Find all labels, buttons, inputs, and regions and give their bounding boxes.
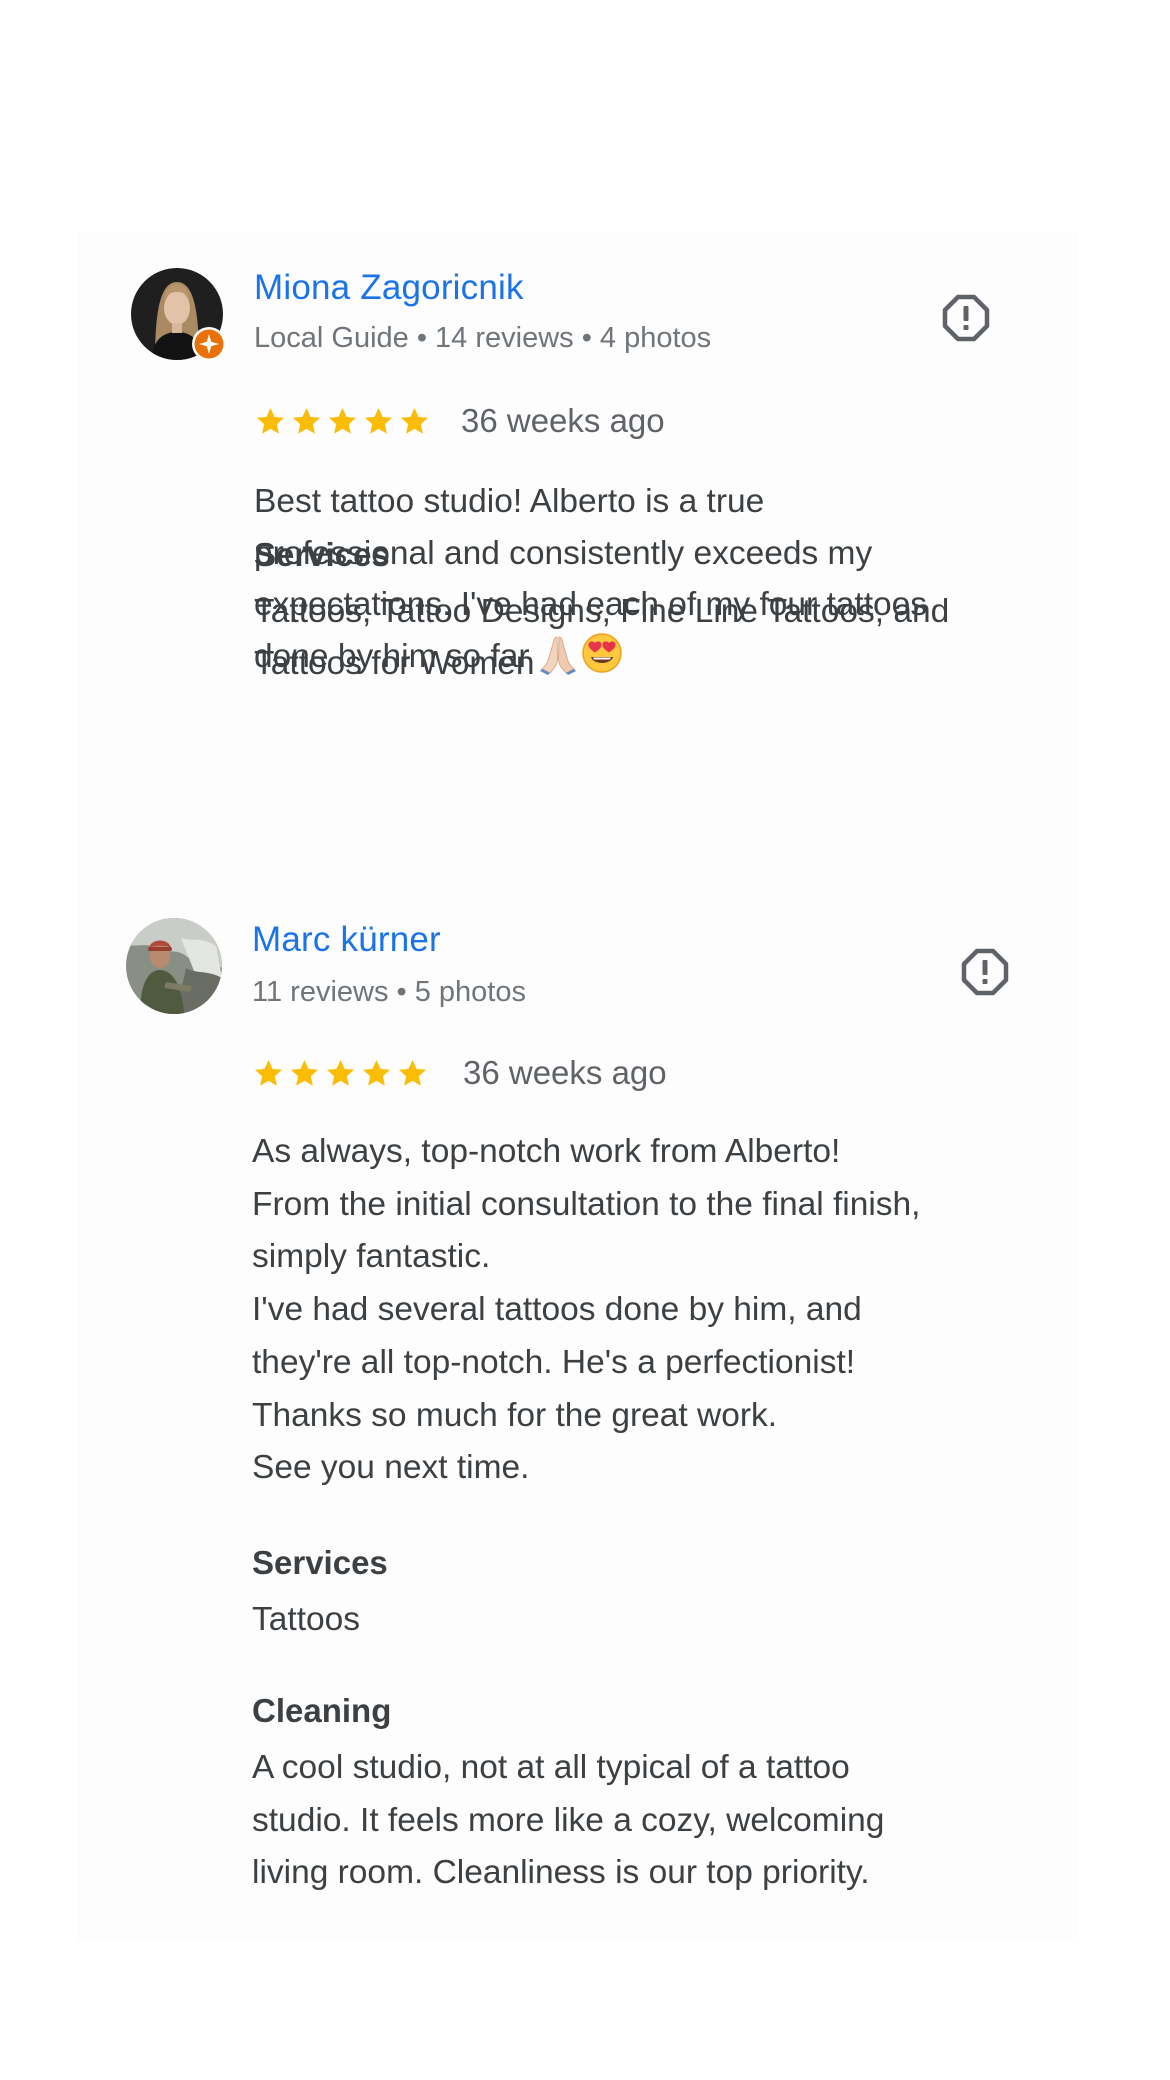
section-line: Tattoos, Tattoo Designs, Fine Line Tatto… — [254, 593, 950, 630]
section-line: living room. Cleanliness is our top prio… — [252, 1854, 870, 1892]
section-line: A cool studio, not at all typical of a t… — [252, 1749, 850, 1786]
star-icon — [401, 407, 428, 434]
review-time: 36 weeks ago — [463, 1054, 667, 1091]
avatar[interactable] — [126, 918, 222, 1014]
reviewer-name[interactable]: Marc kürner — [252, 920, 441, 960]
review-text-line: As always, top-notch work from Alberto! — [252, 1133, 841, 1170]
review-text-line: Best tattoo studio! Alberto is a true — [254, 483, 765, 520]
section-title-cleaning: Cleaning — [252, 1692, 392, 1729]
rating-row: 36 weeks ago — [252, 1054, 667, 1092]
review-text-line: Thanks so much for the great work. — [252, 1396, 778, 1434]
section-line: studio. It feels more like a cozy, welco… — [252, 1801, 885, 1839]
review-text-line: From the initial consultation to the fin… — [252, 1185, 921, 1223]
reviewer-name[interactable]: Miona Zagoricnik — [254, 268, 524, 308]
star-rating — [254, 405, 431, 438]
star-icon — [293, 407, 320, 434]
rating-row: 36 weeks ago — [254, 402, 665, 440]
section-title-services: Services — [254, 536, 390, 573]
reviewer-meta: 11 reviews • 5 photos — [252, 976, 526, 1008]
review-time: 36 weeks ago — [461, 402, 665, 439]
review-text-line: See you next time. — [252, 1449, 530, 1487]
report-flag-icon[interactable] — [940, 292, 992, 344]
review-card: Marc kürner 11 reviews • 5 photos 36 wee… — [0, 882, 1170, 1942]
section-body-cleaning: A cool studio, not at all typical of a t… — [252, 1742, 1072, 1900]
section-line: Tattoos — [252, 1601, 361, 1638]
star-icon — [399, 1059, 426, 1086]
star-icon — [327, 1059, 354, 1086]
star-icon — [363, 1059, 390, 1086]
section-line: Tattoos for Women — [254, 644, 535, 682]
review-text-line: simply fantastic. — [252, 1238, 491, 1276]
local-guide-badge-icon — [192, 327, 226, 361]
review-card: Miona Zagoricnik Local Guide • 14 review… — [0, 232, 1170, 882]
section-body-services: Tattoos, Tattoo Designs, Fine Line Tatto… — [254, 586, 1074, 689]
star-icon — [329, 407, 356, 434]
star-icon — [255, 1059, 282, 1086]
star-icon — [257, 407, 284, 434]
review-text-line: they're all top-notch. He's a perfection… — [252, 1343, 856, 1381]
avatar[interactable] — [131, 268, 226, 361]
reviewer-meta: Local Guide • 14 reviews • 4 photos — [254, 322, 712, 354]
star-icon — [365, 407, 392, 434]
section-title-services: Services — [252, 1544, 388, 1581]
review-text: As always, top-notch work from Alberto! … — [252, 1126, 1052, 1495]
review-text-line: I've had several tattoos done by him, an… — [252, 1291, 862, 1329]
star-icon — [291, 1059, 318, 1086]
star-rating — [252, 1057, 429, 1090]
section-body-services: Tattoos — [252, 1594, 1072, 1647]
report-flag-icon[interactable] — [959, 946, 1011, 998]
